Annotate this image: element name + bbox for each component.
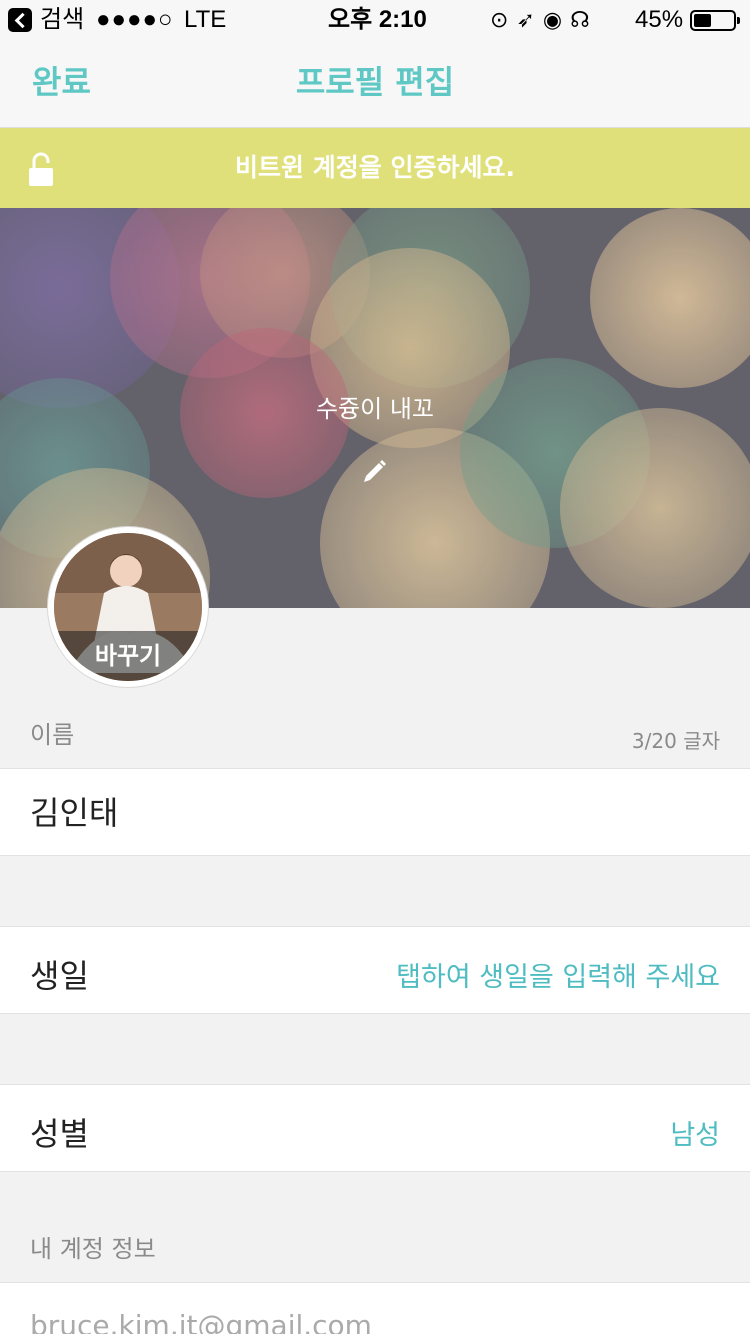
pencil-icon[interactable] <box>360 454 390 484</box>
gender-value[interactable]: 남성 <box>670 1113 720 1152</box>
account-section-label: 내 계정 정보 <box>30 1235 156 1263</box>
change-photo-button[interactable]: 바꾸기 <box>54 631 202 681</box>
profile-edit-screen: 검색 ●●●●○ LTE 오후 2:10 ⊙➶◉☊ 45% 완료 프로필 편집 … <box>0 0 750 1334</box>
alarm-icon: ◉ <box>542 7 571 32</box>
name-char-count: 3/20 글자 <box>631 729 720 753</box>
birthday-label: 생일 <box>30 957 89 995</box>
rotation-lock-icon: ⊙ <box>490 7 517 32</box>
status-time: 오후 2:10 <box>328 6 427 33</box>
status-bar: 검색 ●●●●○ LTE 오후 2:10 ⊙➶◉☊ 45% <box>0 0 750 40</box>
navigation-bar: 완료 프로필 편집 <box>0 40 750 128</box>
birthday-row[interactable]: 생일 탭하여 생일을 입력해 주세요 <box>0 926 750 1014</box>
email-row[interactable]: bruce.kim.it@gmail.com <box>0 1282 750 1334</box>
battery-level <box>694 14 711 27</box>
headphones-icon: ☊ <box>570 7 598 32</box>
name-input[interactable] <box>30 791 690 831</box>
verify-account-banner[interactable]: 비트윈 계정을 인증하세요. <box>0 128 750 208</box>
carrier-label: LTE <box>184 6 227 33</box>
birthday-placeholder[interactable]: 탭하여 생일을 입력해 주세요 <box>396 955 720 994</box>
gender-label: 성별 <box>30 1115 89 1153</box>
name-section-label: 이름 <box>30 721 75 749</box>
email-value: bruce.kim.it@gmail.com <box>30 1309 372 1334</box>
cover-caption[interactable]: 수즁이 내꼬 <box>0 394 750 424</box>
signal-strength: ●●●●○ <box>96 6 174 33</box>
name-row[interactable] <box>0 768 750 856</box>
back-to-search-label[interactable]: 검색 <box>40 6 84 34</box>
verify-account-text: 비트윈 계정을 인증하세요. <box>235 153 515 182</box>
avatar[interactable]: 바꾸기 <box>48 527 208 687</box>
page-title: 프로필 편집 <box>295 63 455 101</box>
battery-percent: 45% <box>635 6 684 33</box>
back-to-search-icon[interactable] <box>8 8 32 32</box>
gender-row[interactable]: 성별 남성 <box>0 1084 750 1172</box>
status-icons: ⊙➶◉☊ <box>490 8 598 32</box>
location-icon: ➶ <box>516 7 543 32</box>
battery-icon <box>690 10 740 31</box>
